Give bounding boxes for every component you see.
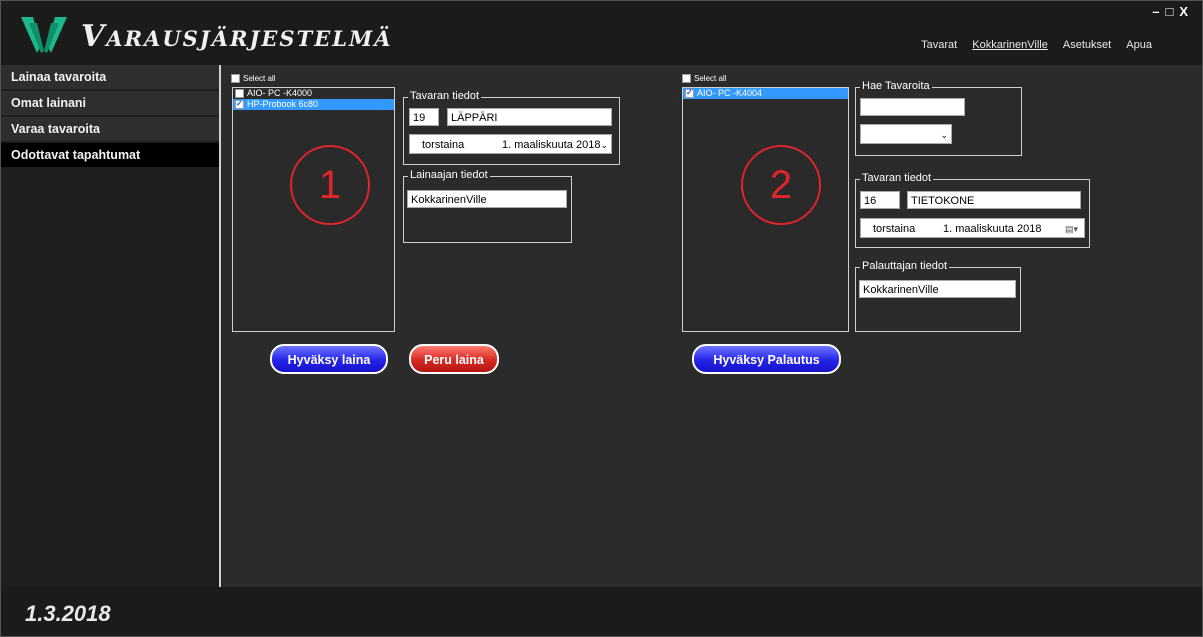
- list-item[interactable]: HP-Probook 6c80: [233, 98, 394, 110]
- approve-loan-button[interactable]: Hyväksy laina: [270, 344, 388, 374]
- returner-group: Palauttajan tiedot KokkarinenVille: [855, 260, 1021, 332]
- date-picker-2[interactable]: torstaina 1. maaliskuuta 2018 ▤▾: [860, 218, 1085, 238]
- item-name-field[interactable]: LÄPPÄRI: [447, 108, 612, 126]
- borrower-group: Lainaajan tiedot KokkarinenVille: [403, 169, 572, 243]
- borrower-name-field[interactable]: KokkarinenVille: [407, 190, 567, 208]
- sidebar-item-omat-lainani[interactable]: Omat lainani: [1, 91, 219, 117]
- item-checkbox[interactable]: [235, 98, 244, 110]
- maximize-button[interactable]: □: [1165, 4, 1179, 19]
- list-item[interactable]: AIO- PC -K4004: [683, 87, 848, 99]
- logo-icon: [21, 17, 67, 53]
- select-all-checkbox-2[interactable]: [682, 74, 691, 84]
- chevron-down-icon: ⌄: [600, 140, 608, 150]
- calendar-dropdown-icon: ▤▾: [1064, 224, 1078, 234]
- date-picker-1[interactable]: torstaina 1. maaliskuuta 2018 ⌄: [409, 134, 612, 154]
- item-checkbox[interactable]: [685, 87, 694, 99]
- group-title: Tavaran tiedot: [860, 172, 934, 184]
- nav-asetukset[interactable]: Asetukset: [1063, 39, 1111, 51]
- returner-name-field[interactable]: KokkarinenVille: [859, 280, 1016, 298]
- sidebar: Lainaa tavaroita Omat lainani Varaa tava…: [1, 65, 221, 587]
- list-item[interactable]: AIO- PC -K4000: [233, 88, 394, 99]
- item-name-field[interactable]: TIETOKONE: [907, 191, 1081, 209]
- current-date: 1.3.2018: [25, 601, 111, 626]
- item-info-group-1: Tavaran tiedot 19 LÄPPÄRI torstaina 1. m…: [403, 90, 620, 165]
- select-all-2[interactable]: Select all: [682, 74, 726, 84]
- item-id-field[interactable]: 19: [409, 108, 439, 126]
- cancel-loan-button[interactable]: Peru laina: [409, 344, 499, 374]
- select-all-checkbox-1[interactable]: [231, 74, 240, 84]
- approve-return-button[interactable]: Hyväksy Palautus: [692, 344, 841, 374]
- close-button[interactable]: X: [1179, 4, 1194, 19]
- nav-tavarat[interactable]: Tavarat: [921, 39, 957, 51]
- nav-user[interactable]: KokkarinenVille: [972, 39, 1048, 51]
- item-id-field[interactable]: 16: [860, 191, 900, 209]
- minimize-button[interactable]: –: [1152, 4, 1165, 19]
- window-controls: –□X: [1152, 4, 1194, 19]
- main-area: Select all AIO- PC -K4000 HP-Probook 6c8…: [221, 65, 1202, 587]
- item-checkbox[interactable]: [235, 89, 244, 99]
- sidebar-item-lainaa[interactable]: Lainaa tavaroita: [1, 65, 219, 91]
- group-title: Lainaajan tiedot: [408, 169, 490, 181]
- title-bar: Varausjärjestelmä Tavarat KokkarinenVill…: [1, 1, 1202, 65]
- app-title: Varausjärjestelmä: [81, 19, 393, 54]
- nav-apua[interactable]: Apua: [1126, 39, 1152, 51]
- status-bar: 1.3.2018: [1, 587, 1202, 636]
- select-all-1[interactable]: Select all: [231, 74, 275, 84]
- marker-2: 2: [741, 145, 821, 225]
- search-filter-select[interactable]: ⌄: [860, 124, 952, 144]
- sidebar-item-varaa[interactable]: Varaa tavaroita: [1, 117, 219, 143]
- group-title: Hae Tavaroita: [860, 80, 932, 92]
- sidebar-item-odottavat[interactable]: Odottavat tapahtumat: [1, 143, 219, 169]
- marker-1: 1: [290, 145, 370, 225]
- group-title: Palauttajan tiedot: [860, 260, 950, 272]
- item-info-group-2: Tavaran tiedot 16 TIETOKONE torstaina 1.…: [855, 172, 1090, 248]
- search-input[interactable]: [860, 98, 965, 116]
- chevron-down-icon: ⌄: [940, 130, 948, 140]
- top-nav: Tavarat KokkarinenVille Asetukset Apua: [909, 39, 1152, 51]
- group-title: Tavaran tiedot: [408, 90, 482, 102]
- search-group: Hae Tavaroita ⌄: [855, 80, 1022, 156]
